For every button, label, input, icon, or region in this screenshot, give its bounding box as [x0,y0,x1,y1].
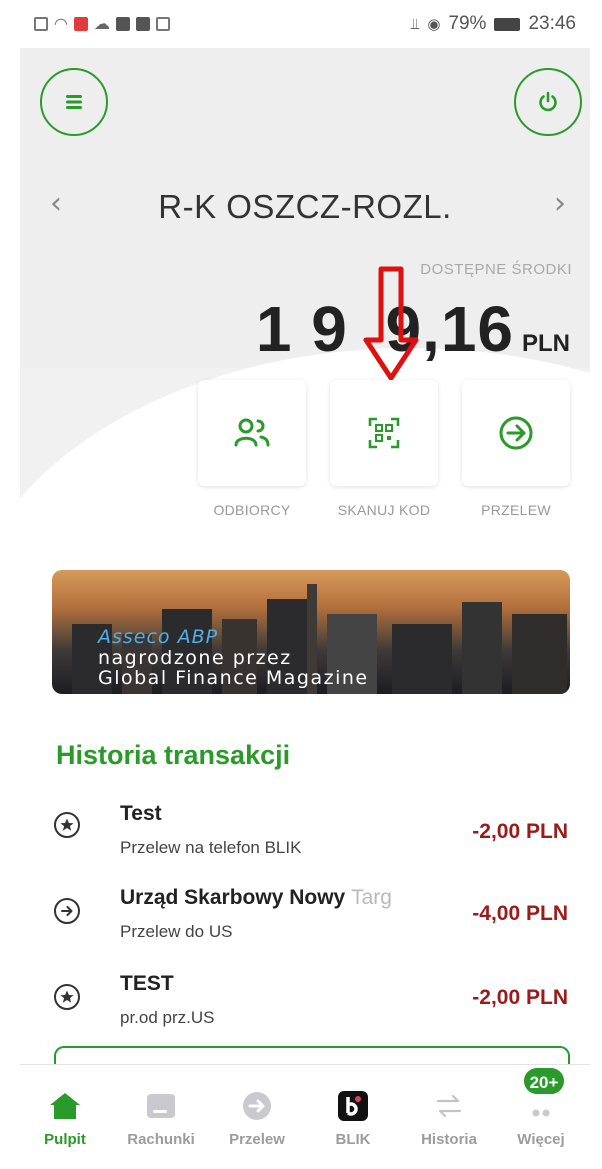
nav-label: BLIK [335,1131,371,1148]
nav-blik[interactable]: BLIK [308,1065,398,1169]
message-icon [155,17,170,31]
red-indicator-arrow [363,266,419,381]
logout-button[interactable] [514,68,582,136]
history-title: Historia transakcji [56,740,291,770]
transaction-row[interactable]: Test Przelew na telefon BLIK -2,00 PLN [20,796,590,876]
qr-scan-icon [368,417,400,449]
wifi-icon: ◠ [54,16,68,33]
transaction-row[interactable]: TEST pr.od prz.US -2,00 PLN [20,968,590,1048]
nav-rachunki[interactable]: Rachunki [116,1065,206,1169]
notification-icons: ◠ ☁ [34,14,170,34]
scan-code-button[interactable] [330,380,438,486]
blik-icon [338,1091,368,1121]
nav-label: Historia [421,1131,477,1148]
recipients-icon [234,418,270,447]
gallery-icon [115,17,130,31]
transaction-subtitle: Przelew do US [120,922,233,941]
nav-label: Przelew [229,1131,285,1148]
banner-line: Global Finance Magazine [98,667,369,689]
available-funds-label: DOSTĘPNE ŚRODKI [420,261,572,278]
power-icon [539,91,557,112]
status-bar: ◠ ☁ ⫫ ◉ 79% 23:46 [20,0,590,48]
swap-arrows-icon [436,1094,462,1118]
transaction-amount: -4,00 PLN [472,902,568,925]
skyline-building [462,602,502,694]
battery-percent: 79% [448,13,487,34]
nav-pulpit[interactable]: Pulpit [20,1065,110,1169]
transaction-title: Test [120,802,162,825]
transaction-title: TEST [120,972,174,995]
bottom-navigation: Pulpit Rachunki Przelew BLIK Historia Wi… [20,1064,590,1169]
star-circle-icon [54,984,80,1010]
skyline-building [392,624,452,694]
transfer-button[interactable] [462,380,570,486]
transaction-title: Urząd Skarbowy Nowy Targ [120,886,392,909]
menu-button[interactable] [40,68,108,136]
clock: 23:46 [528,13,576,34]
skyline-building [512,614,567,694]
hamburger-icon [66,95,82,109]
app-notification-icon [73,17,88,31]
video-icon [135,17,150,31]
banner-text: Asseco ABP nagrodzone przez Global Finan… [98,626,369,688]
cloud-icon: ☁ [93,16,110,33]
nav-historia[interactable]: Historia [404,1065,494,1169]
key-icon: ⫫ [410,15,420,33]
battery-icon [494,17,521,31]
phone-screen: ◠ ☁ ⫫ ◉ 79% 23:46 ‹ › R-K OSZCZ-ROZL. DO… [20,0,590,1169]
transaction-subtitle: Przelew na telefon BLIK [120,838,302,857]
banner-line: nagrodzone przez [98,647,292,669]
nav-label: Rachunki [127,1131,195,1148]
notification-badge: 20+ [522,1066,566,1096]
account-name: R-K OSZCZ-ROZL. [158,188,452,225]
arrow-right-circle-icon [499,416,533,450]
transaction-subtitle: pr.od prz.US [120,1008,215,1027]
recipients-label: ODBIORCY [213,502,291,518]
nav-label: Więcej [517,1131,565,1148]
sim-icon [34,17,48,31]
eye-icon: ◉ [427,16,441,33]
transaction-amount: -2,00 PLN [472,986,568,1009]
recipients-button[interactable] [198,380,306,486]
wallet-icon [147,1094,175,1118]
arrow-right-circle-icon [243,1092,271,1120]
star-circle-icon [54,812,80,838]
nav-label: Pulpit [44,1131,86,1148]
transaction-row[interactable]: Urząd Skarbowy Nowy Targ Przelew do US -… [20,882,590,962]
transaction-amount: -2,00 PLN [472,820,568,843]
balance-currency: PLN [522,330,570,357]
banner-brand: Asseco ABP [98,626,219,648]
scan-code-label: SKANUJ KOD [337,502,431,518]
arrow-right-circle-icon [54,898,80,924]
system-status: ⫫ ◉ 79% 23:46 [411,13,576,35]
nav-przelew[interactable]: Przelew [212,1065,302,1169]
transfer-label: PRZELEW [481,502,551,518]
promo-banner[interactable]: Asseco ABP nagrodzone przez Global Finan… [52,570,570,694]
home-icon [50,1093,80,1119]
